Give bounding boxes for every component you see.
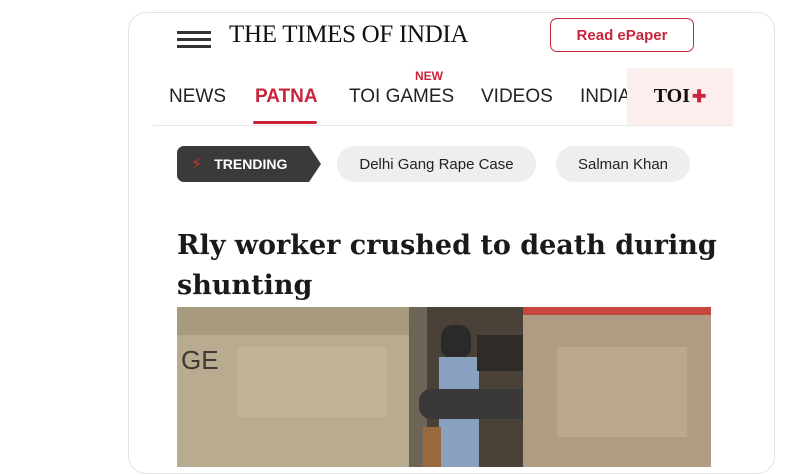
trending-chip-delhi-gang-rape-case[interactable]: Delhi Gang Rape Case: [337, 146, 536, 182]
nav-item-toi-games[interactable]: TOI GAMES: [349, 68, 454, 125]
hamburger-menu-icon[interactable]: [177, 28, 211, 50]
section-nav: NEWS PATNA NEW TOI GAMES VIDEOS INDIA TO…: [153, 68, 733, 126]
trending-chip-salman-khan[interactable]: Salman Khan: [556, 146, 690, 182]
nav-item-patna[interactable]: PATNA: [255, 68, 318, 125]
site-header: THE TIMES OF INDIA Read ePaper: [129, 13, 774, 65]
plus-icon: ✚: [692, 86, 707, 106]
site-logo[interactable]: THE TIMES OF INDIA: [229, 21, 469, 49]
active-tab-indicator: [253, 121, 317, 124]
article-headline: Rly worker crushed to death during shunt…: [177, 230, 717, 301]
photo-sign-text: GE: [181, 345, 219, 375]
article-photo: GE: [177, 307, 711, 467]
nav-item-india[interactable]: INDIA: [580, 68, 631, 125]
read-epaper-button[interactable]: Read ePaper: [550, 18, 694, 52]
article-card: THE TIMES OF INDIA Read ePaper NEWS PATN…: [128, 12, 775, 474]
trending-row: ⚡ TRENDING Delhi Gang Rape Case Salman K…: [177, 144, 737, 184]
nav-item-news[interactable]: NEWS: [169, 68, 226, 125]
trending-text: TRENDING: [214, 156, 288, 172]
toi-plus-label: TOI: [653, 85, 691, 107]
trending-label: ⚡ TRENDING: [177, 146, 321, 182]
toi-plus-button[interactable]: TOI ✚: [627, 68, 733, 125]
lightning-bolt-icon: ⚡: [191, 156, 203, 173]
nav-item-videos[interactable]: VIDEOS: [481, 68, 553, 125]
